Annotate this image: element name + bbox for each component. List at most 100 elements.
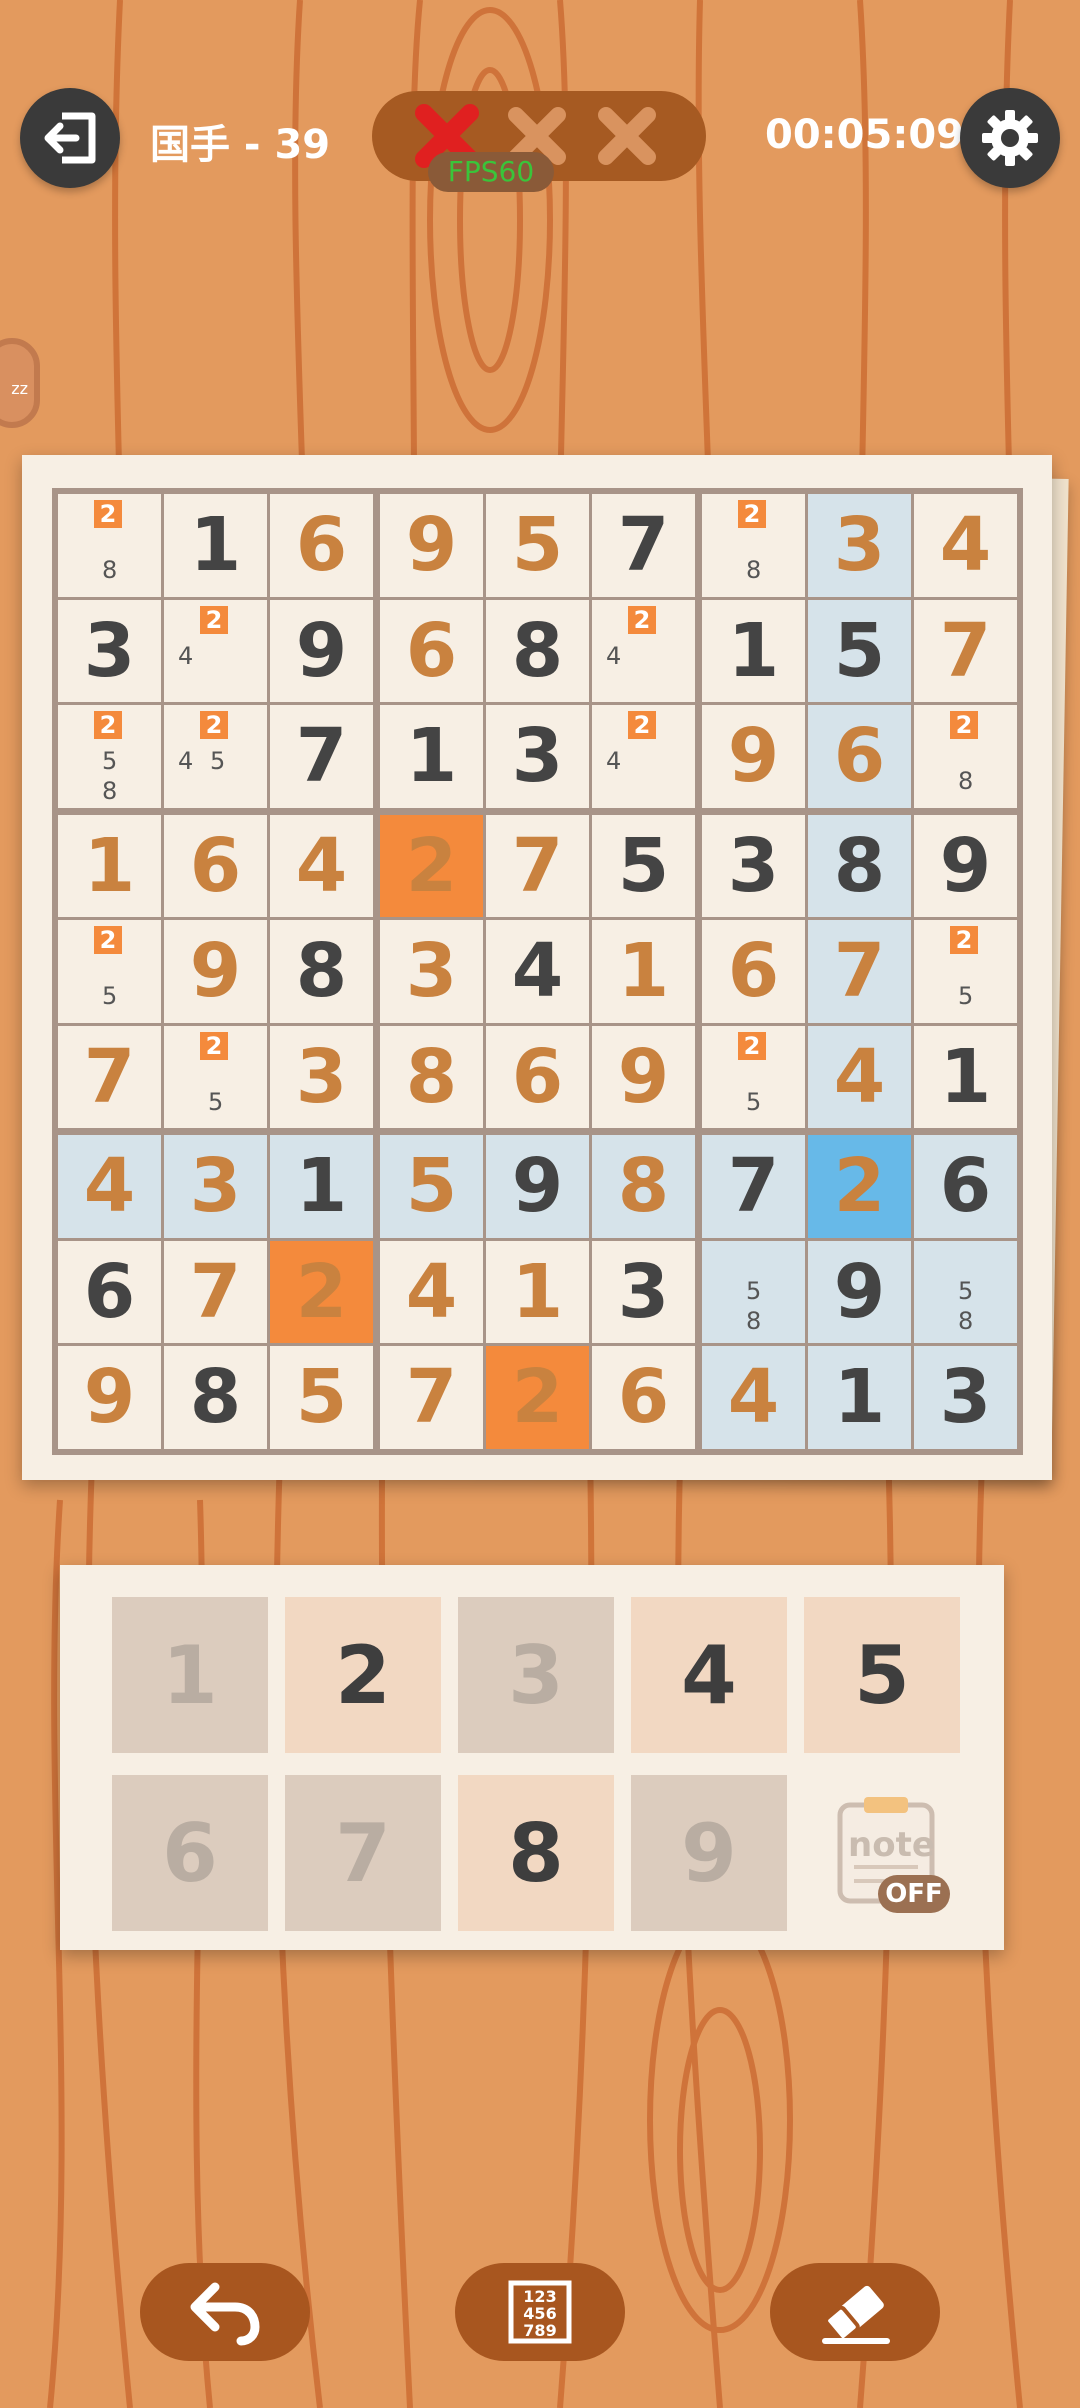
cell-r9c6[interactable]: 6 (592, 1346, 695, 1449)
exit-button[interactable] (20, 88, 120, 188)
cell-r8c9[interactable]: 58 (914, 1240, 1017, 1343)
cell-r9c1[interactable]: 9 (58, 1346, 161, 1449)
cell-value: 5 (295, 1354, 348, 1441)
cell-r6c2[interactable]: 25 (164, 1025, 267, 1128)
cell-r6c7[interactable]: 25 (702, 1025, 805, 1128)
cell-r4c7[interactable]: 3 (702, 814, 805, 917)
cell-r3c1[interactable]: 2 58 (58, 705, 161, 808)
cell-r1c7[interactable]: 28 (702, 494, 805, 597)
cell-r3c7[interactable]: 9 (702, 705, 805, 808)
cell-r1c5[interactable]: 5 (486, 494, 589, 597)
cell-r1c6[interactable]: 7 (592, 494, 695, 597)
cell-r6c6[interactable]: 9 (592, 1025, 695, 1128)
cell-r3c4[interactable]: 1 (380, 705, 483, 808)
numpad-key-3[interactable]: 3 (458, 1597, 614, 1753)
cell-r1c8[interactable]: 3 (808, 494, 911, 597)
cell-r6c4[interactable]: 8 (380, 1025, 483, 1128)
cell-r9c7[interactable]: 4 (702, 1346, 805, 1449)
cell-r5c6[interactable]: 1 (592, 920, 695, 1023)
cell-r1c3[interactable]: 6 (270, 494, 373, 597)
cell-r8c6[interactable]: 3 (592, 1240, 695, 1343)
numpad-key-8[interactable]: 8 (458, 1775, 614, 1931)
cell-r5c1[interactable]: 25 (58, 920, 161, 1023)
number-first-button[interactable]: 123 456 789 (455, 2263, 625, 2361)
cell-r5c9[interactable]: 25 (914, 920, 1017, 1023)
cell-r1c1[interactable]: 28 (58, 494, 161, 597)
cell-r9c5[interactable]: 2 (486, 1346, 589, 1449)
cell-r9c2[interactable]: 8 (164, 1346, 267, 1449)
cell-r9c8[interactable]: 1 (808, 1346, 911, 1449)
cell-r7c8[interactable]: 2 (808, 1135, 911, 1238)
erase-button[interactable] (770, 2263, 940, 2361)
cell-r2c8[interactable]: 5 (808, 599, 911, 702)
cell-r3c2[interactable]: 245 (164, 705, 267, 808)
numpad-key-6[interactable]: 6 (112, 1775, 268, 1931)
cell-r7c5[interactable]: 9 (486, 1135, 589, 1238)
cell-r5c7[interactable]: 6 (702, 920, 805, 1023)
cell-r6c8[interactable]: 4 (808, 1025, 911, 1128)
numpad-key-7[interactable]: 7 (285, 1775, 441, 1931)
cell-r9c3[interactable]: 5 (270, 1346, 373, 1449)
cell-r7c7[interactable]: 7 (702, 1135, 805, 1238)
cell-r2c9[interactable]: 7 (914, 599, 1017, 702)
cell-r2c3[interactable]: 9 (270, 599, 373, 702)
cell-r7c2[interactable]: 3 (164, 1135, 267, 1238)
cell-r4c3[interactable]: 4 (270, 814, 373, 917)
cell-r8c7[interactable]: 58 (702, 1240, 805, 1343)
cell-r3c3[interactable]: 7 (270, 705, 373, 808)
cell-r7c4[interactable]: 5 (380, 1135, 483, 1238)
cell-r3c5[interactable]: 3 (486, 705, 589, 808)
side-timer-badge[interactable]: zz (0, 338, 40, 428)
cell-r1c4[interactable]: 9 (380, 494, 483, 597)
cell-r2c2[interactable]: 24 (164, 599, 267, 702)
cell-r6c3[interactable]: 3 (270, 1025, 373, 1128)
cell-r6c1[interactable]: 7 (58, 1025, 161, 1128)
cell-r6c9[interactable]: 1 (914, 1025, 1017, 1128)
numpad-key-4[interactable]: 4 (631, 1597, 787, 1753)
cell-r8c2[interactable]: 7 (164, 1240, 267, 1343)
cell-r9c9[interactable]: 3 (914, 1346, 1017, 1449)
cell-r3c9[interactable]: 28 (914, 705, 1017, 808)
cell-r6c5[interactable]: 6 (486, 1025, 589, 1128)
cell-r2c4[interactable]: 6 (380, 599, 483, 702)
settings-button[interactable] (960, 88, 1060, 188)
cell-r2c5[interactable]: 8 (486, 599, 589, 702)
cell-r4c5[interactable]: 7 (486, 814, 589, 917)
cell-r4c4[interactable]: 2 (380, 814, 483, 917)
cell-r5c3[interactable]: 8 (270, 920, 373, 1023)
numpad-key-9[interactable]: 9 (631, 1775, 787, 1931)
cell-r9c4[interactable]: 7 (380, 1346, 483, 1449)
cell-r4c8[interactable]: 8 (808, 814, 911, 917)
numpad-key-2[interactable]: 2 (285, 1597, 441, 1753)
cell-value: 2 (295, 1248, 348, 1335)
cell-r5c8[interactable]: 7 (808, 920, 911, 1023)
numpad-key-5[interactable]: 5 (804, 1597, 960, 1753)
cell-r5c2[interactable]: 9 (164, 920, 267, 1023)
cell-r5c5[interactable]: 4 (486, 920, 589, 1023)
pencil-note: 5 (958, 982, 974, 1010)
cell-r3c8[interactable]: 6 (808, 705, 911, 808)
cell-r4c2[interactable]: 6 (164, 814, 267, 917)
cell-r4c1[interactable]: 1 (58, 814, 161, 917)
cell-r8c4[interactable]: 4 (380, 1240, 483, 1343)
cell-r3c6[interactable]: 24 (592, 705, 695, 808)
cell-r4c9[interactable]: 9 (914, 814, 1017, 917)
exit-icon (44, 112, 96, 164)
cell-r2c1[interactable]: 3 (58, 599, 161, 702)
cell-r8c3[interactable]: 2 (270, 1240, 373, 1343)
cell-r2c7[interactable]: 1 (702, 599, 805, 702)
cell-r7c9[interactable]: 6 (914, 1135, 1017, 1238)
cell-r4c6[interactable]: 5 (592, 814, 695, 917)
cell-r8c1[interactable]: 6 (58, 1240, 161, 1343)
cell-r8c5[interactable]: 1 (486, 1240, 589, 1343)
cell-r7c6[interactable]: 8 (592, 1135, 695, 1238)
cell-r2c6[interactable]: 24 (592, 599, 695, 702)
undo-button[interactable] (140, 2263, 310, 2361)
cell-r7c3[interactable]: 1 (270, 1135, 373, 1238)
cell-r5c4[interactable]: 3 (380, 920, 483, 1023)
cell-r1c9[interactable]: 4 (914, 494, 1017, 597)
numpad-key-1[interactable]: 1 (112, 1597, 268, 1753)
cell-r7c1[interactable]: 4 (58, 1135, 161, 1238)
cell-r1c2[interactable]: 1 (164, 494, 267, 597)
cell-r8c8[interactable]: 9 (808, 1240, 911, 1343)
